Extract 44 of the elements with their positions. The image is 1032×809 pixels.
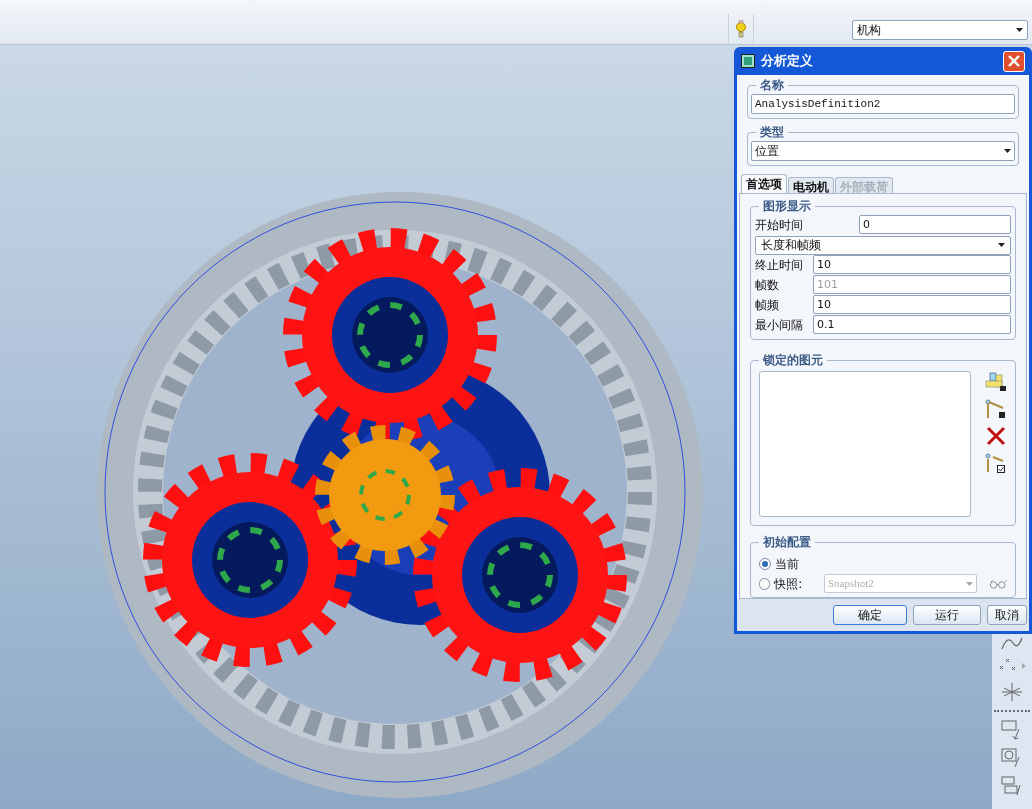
dialog-button[interactable]: 确定 xyxy=(833,604,907,625)
radio-label: 当前 xyxy=(775,555,800,573)
field-label: 终止时间 xyxy=(755,256,804,274)
field-label: 最小间隔 xyxy=(755,316,804,334)
dialog-button[interactable]: 运行 xyxy=(913,604,981,625)
axis-star-icon xyxy=(1001,682,1023,702)
glasses-icon[interactable] xyxy=(988,578,1007,589)
group-label: 初始配置 xyxy=(759,532,815,551)
link-check-icon[interactable] xyxy=(985,452,1007,473)
field-label: 帧频 xyxy=(755,296,780,314)
window-icon xyxy=(741,54,755,68)
tab[interactable]: 首选项 xyxy=(741,173,787,193)
dropdown-caret-icon xyxy=(965,581,973,586)
dropdown-caret-icon xyxy=(1016,28,1023,32)
dropdown-caret-icon xyxy=(1004,148,1011,153)
value-input-field[interactable]: 0.1 xyxy=(813,315,1011,335)
block-lock-icon[interactable] xyxy=(985,371,1007,392)
curve-icon xyxy=(1001,636,1023,650)
mode-select[interactable]: 长度和帧频 xyxy=(755,235,1011,255)
lightbulb-icon xyxy=(736,20,746,38)
value-input-field[interactable]: 10 xyxy=(813,295,1011,315)
group-label: 锁定的图元 xyxy=(759,350,827,369)
close-icon xyxy=(1008,55,1020,67)
stacked-box-arrow-icon xyxy=(1001,776,1023,796)
mode-select[interactable]: 机构 xyxy=(852,20,1028,40)
dialog-title: 分析定义 xyxy=(761,52,814,71)
name-input-field[interactable]: AnalysisDefinition2 xyxy=(751,94,1015,114)
dialog-button[interactable]: 取消 xyxy=(987,604,1027,625)
field-label: 开始时间 xyxy=(755,216,804,234)
link-lock-icon[interactable] xyxy=(985,398,1007,419)
group-label: 名称 xyxy=(756,76,788,94)
dropdown-caret-icon xyxy=(998,243,1005,248)
radio-button[interactable] xyxy=(759,557,771,570)
delete-icon[interactable] xyxy=(985,425,1007,446)
group-label: 类型 xyxy=(756,122,788,141)
start-time-input-field[interactable]: 0 xyxy=(859,215,1011,235)
close-button[interactable] xyxy=(1003,50,1025,72)
value-input-field[interactable]: 10 xyxy=(813,255,1011,275)
radio-button[interactable] xyxy=(759,577,771,590)
field-label: 帧数 xyxy=(755,276,780,294)
type-select[interactable]: 位置 xyxy=(751,140,1015,161)
tab[interactable]: 电动机 xyxy=(788,176,834,193)
radio-label: 快照: xyxy=(774,575,804,593)
submenu-arrow-icon xyxy=(1022,663,1026,669)
